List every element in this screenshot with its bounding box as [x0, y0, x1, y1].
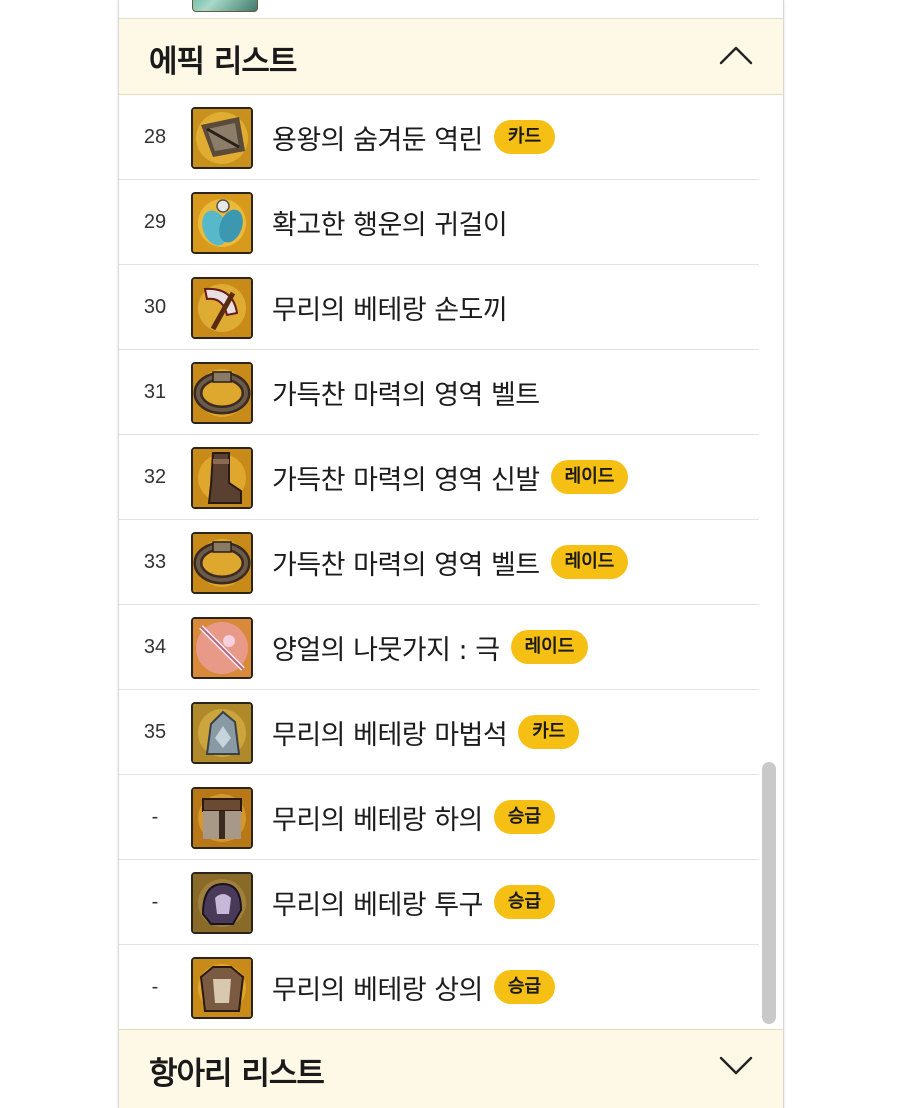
list-item[interactable]: - 무리의 베테랑 투구 승급	[119, 860, 759, 945]
item-rank: 30	[143, 296, 167, 318]
epic-list-title: 에픽 리스트	[149, 44, 297, 80]
magic-stone-icon	[191, 702, 253, 764]
item-name: 무리의 베테랑 투구	[272, 889, 483, 921]
jar-list-header[interactable]: 항아리 리스트	[119, 1029, 783, 1108]
item-rank: 35	[143, 721, 167, 743]
item-name-wrap: 무리의 베테랑 마법석 카드	[272, 690, 580, 774]
jar-list-title: 항아리 리스트	[149, 1056, 325, 1092]
previous-list-row-partial	[119, 0, 759, 19]
item-rank: 28	[143, 126, 167, 148]
item-name: 확고한 행운의 귀걸이	[272, 209, 508, 241]
magic-branch-icon	[191, 617, 253, 679]
source-badge: 승급	[493, 885, 556, 919]
source-badge: 레이드	[510, 630, 589, 664]
chevron-down-icon[interactable]	[719, 1055, 753, 1075]
item-rank: 31	[143, 381, 167, 403]
boots-icon	[191, 447, 253, 509]
chest-armor-icon	[191, 957, 253, 1019]
source-badge: 승급	[493, 800, 556, 834]
item-name-wrap: 무리의 베테랑 투구 승급	[272, 860, 556, 944]
belt-icon	[191, 362, 253, 424]
item-name: 양얼의 나뭇가지 : 극	[272, 634, 500, 666]
item-name: 무리의 베테랑 하의	[272, 804, 483, 836]
item-name: 가득찬 마력의 영역 벨트	[272, 549, 540, 581]
list-item[interactable]: 34 양얼의 나뭇가지 : 극 레이드	[119, 605, 759, 690]
item-name: 무리의 베테랑 손도끼	[272, 294, 508, 326]
item-name: 가득찬 마력의 영역 신발	[272, 464, 540, 496]
list-item[interactable]: - 무리의 베테랑 상의 승급	[119, 945, 759, 1030]
scrollbar-thumb[interactable]	[762, 762, 776, 1024]
source-badge: 승급	[493, 970, 556, 1004]
wing-earring-icon	[191, 192, 253, 254]
item-name-wrap: 용왕의 숨겨둔 역린 카드	[272, 95, 556, 179]
pants-icon	[191, 787, 253, 849]
item-name-wrap: 무리의 베테랑 상의 승급	[272, 945, 556, 1029]
item-name-wrap: 확고한 행운의 귀걸이	[272, 180, 508, 264]
item-name-wrap: 양얼의 나뭇가지 : 극 레이드	[272, 605, 589, 689]
item-list-panel: 에픽 리스트 28 용왕의 숨겨둔 역린 카드 29 확고한 행운의 귀걸이 30 무리의 …	[118, 0, 784, 1108]
belt-icon	[191, 532, 253, 594]
list-item[interactable]: 31 가득찬 마력의 영역 벨트	[119, 350, 759, 435]
list-item[interactable]: 28 용왕의 숨겨둔 역린 카드	[119, 95, 759, 180]
chevron-up-icon[interactable]	[719, 45, 753, 65]
list-item[interactable]: 32 가득찬 마력의 영역 신발 레이드	[119, 435, 759, 520]
source-badge: 레이드	[550, 545, 629, 579]
item-name: 무리의 베테랑 마법석	[272, 719, 508, 751]
source-badge: 레이드	[550, 460, 629, 494]
helmet-icon	[191, 872, 253, 934]
item-name-wrap: 가득찬 마력의 영역 벨트	[272, 350, 540, 434]
item-name-wrap: 무리의 베테랑 손도끼	[272, 265, 508, 349]
item-rank: 33	[143, 551, 167, 573]
hand-axe-icon	[191, 277, 253, 339]
epic-item-list: 28 용왕의 숨겨둔 역린 카드 29 확고한 행운의 귀걸이 30 무리의 베테랑 손도끼…	[119, 95, 759, 1030]
list-item[interactable]: - 무리의 베테랑 하의 승급	[119, 775, 759, 860]
item-name: 용왕의 숨겨둔 역린	[272, 124, 483, 156]
item-rank: -	[151, 806, 159, 828]
epic-list-header[interactable]: 에픽 리스트	[119, 18, 783, 95]
item-rank: 32	[143, 466, 167, 488]
item-name: 가득찬 마력의 영역 벨트	[272, 379, 540, 411]
item-name-wrap: 무리의 베테랑 하의 승급	[272, 775, 556, 859]
source-badge: 카드	[493, 120, 556, 154]
list-item[interactable]: 35 무리의 베테랑 마법석 카드	[119, 690, 759, 775]
item-rank: -	[151, 891, 159, 913]
item-rank: 34	[143, 636, 167, 658]
list-item[interactable]: 29 확고한 행운의 귀걸이	[119, 180, 759, 265]
item-name-wrap: 가득찬 마력의 영역 신발 레이드	[272, 435, 629, 519]
source-badge: 카드	[518, 715, 580, 749]
item-name: 무리의 베테랑 상의	[272, 974, 483, 1006]
list-item[interactable]: 33 가득찬 마력의 영역 벨트 레이드	[119, 520, 759, 605]
item-rank: 29	[143, 211, 167, 233]
previous-item-icon	[192, 0, 258, 12]
item-name-wrap: 가득찬 마력의 영역 벨트 레이드	[272, 520, 629, 604]
list-item[interactable]: 30 무리의 베테랑 손도끼	[119, 265, 759, 350]
scale-armor-icon	[191, 107, 253, 169]
item-rank: -	[151, 976, 159, 998]
